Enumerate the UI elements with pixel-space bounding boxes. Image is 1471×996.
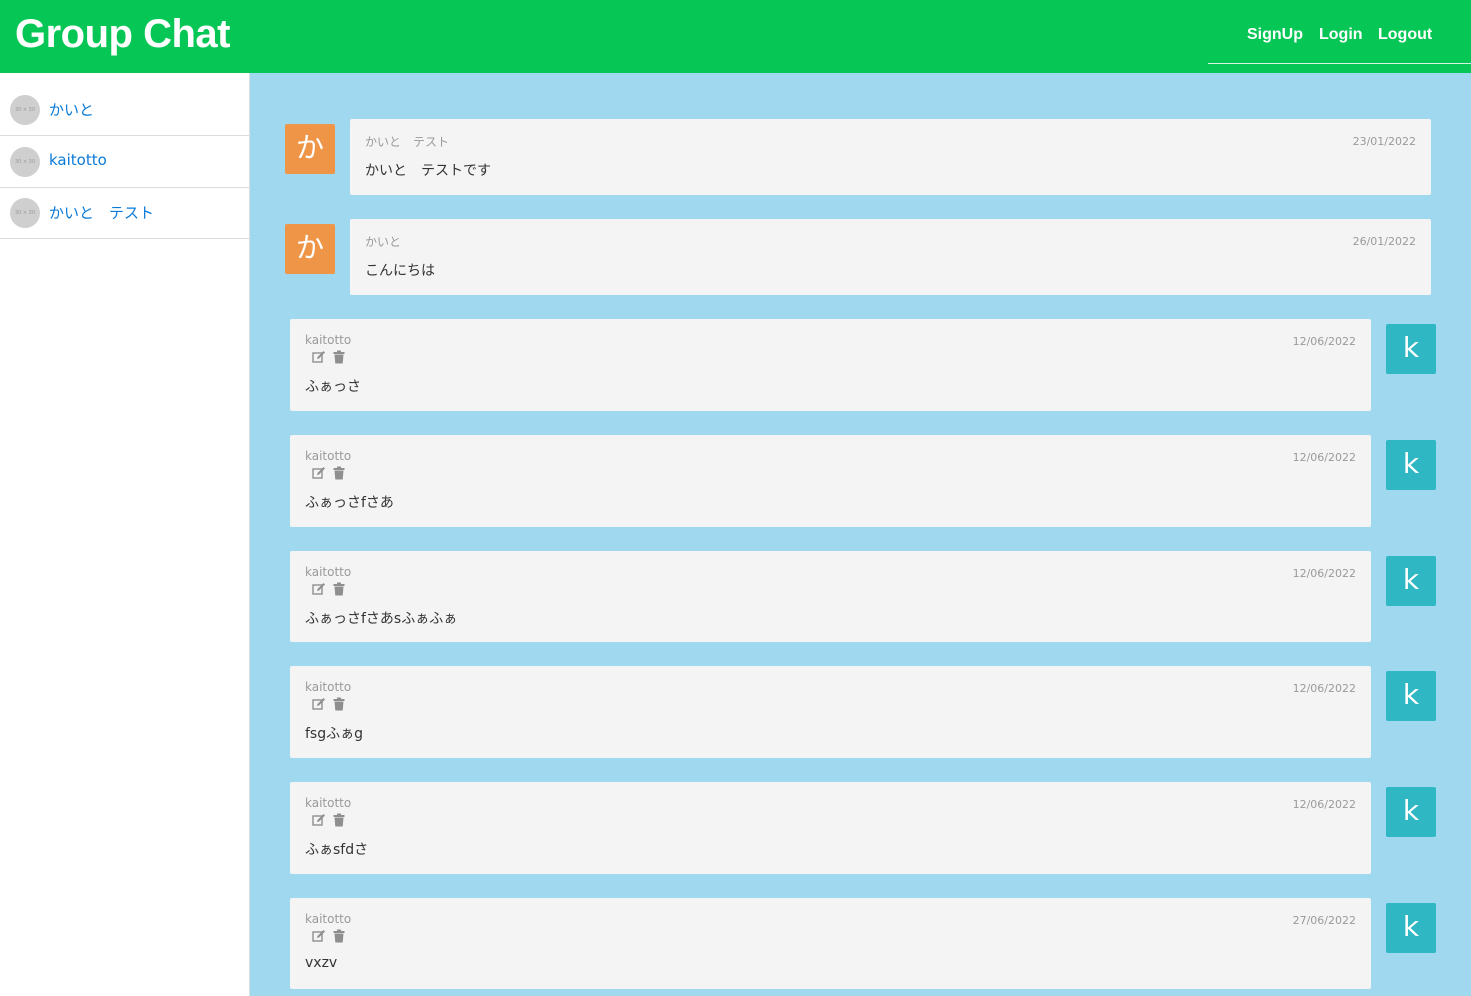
edit-icon[interactable] xyxy=(312,697,326,711)
message-actions xyxy=(312,350,352,364)
app-header: Group Chat SignUp Login Logout xyxy=(0,0,1471,73)
message-text: ふぁっさfさあsふぁふぁ xyxy=(305,611,458,627)
message-date: 27/06/2022 xyxy=(1292,914,1356,927)
sidebar-user-item[interactable]: 30 × 30 かいと テスト xyxy=(0,188,249,239)
sidebar-user-item[interactable]: 30 × 30 かいと xyxy=(0,85,249,136)
message-bubble: kaitotto 27/06/2022 vxzv xyxy=(290,898,1371,989)
message-date: 26/01/2022 xyxy=(1352,235,1416,248)
user-avatar: 30 × 30 xyxy=(10,147,40,177)
edit-icon[interactable] xyxy=(312,350,326,364)
message-date: 12/06/2022 xyxy=(1292,451,1356,464)
trash-icon[interactable] xyxy=(332,466,346,480)
message-actions xyxy=(312,697,352,711)
message-avatar: か xyxy=(285,224,335,274)
message-actions xyxy=(312,466,352,480)
message-bubble: kaitotto 12/06/2022 ふぁsfdさ xyxy=(290,782,1371,874)
message-actions xyxy=(312,813,352,827)
trash-icon[interactable] xyxy=(332,350,346,364)
message-bubble: kaitotto 12/06/2022 ふぁっさfさあsふぁふぁ xyxy=(290,551,1371,642)
message-actions xyxy=(312,582,352,596)
sidebar-user-name[interactable]: かいと xyxy=(49,99,94,120)
message-bubble: かいと 26/01/2022 こんにちは xyxy=(350,219,1431,295)
message-avatar: k xyxy=(1386,787,1436,837)
message-avatar: か xyxy=(285,124,335,174)
sidebar-user-item[interactable]: 30 × 30 kaitotto xyxy=(0,137,249,188)
message-date: 12/06/2022 xyxy=(1292,682,1356,695)
login-link[interactable]: Login xyxy=(1319,26,1363,44)
trash-icon[interactable] xyxy=(332,582,346,596)
message-date: 12/06/2022 xyxy=(1292,567,1356,580)
message-author: kaitotto xyxy=(305,565,352,579)
message-bubble: kaitotto 12/06/2022 fsgふぁg xyxy=(290,666,1371,758)
edit-icon[interactable] xyxy=(312,582,326,596)
user-avatar: 30 × 30 xyxy=(10,95,40,125)
message-text: ふぁsfdさ xyxy=(305,842,369,858)
message-text: ふぁっさ xyxy=(305,379,361,395)
edit-icon[interactable] xyxy=(312,813,326,827)
message-text: こんにちは xyxy=(365,263,435,279)
message-date: 23/01/2022 xyxy=(1352,135,1416,148)
logout-link[interactable]: Logout xyxy=(1378,26,1432,44)
app-title: Group Chat xyxy=(15,12,230,56)
message-date: 12/06/2022 xyxy=(1292,335,1356,348)
message-author: kaitotto xyxy=(305,449,352,463)
message-bubble: kaitotto 12/06/2022 ふぁっさfさあ xyxy=(290,435,1371,527)
message-bubble: kaitotto 12/06/2022 ふぁっさ xyxy=(290,319,1371,411)
message-bubble: かいと テスト 23/01/2022 かいと テストです xyxy=(350,119,1431,195)
message-actions xyxy=(312,929,352,943)
message-text: vxzv xyxy=(305,955,338,971)
message-author: kaitotto xyxy=(305,333,352,347)
message-avatar: k xyxy=(1386,440,1436,490)
message-text: fsgふぁg xyxy=(305,726,363,742)
sidebar-user-name[interactable]: kaitotto xyxy=(49,151,107,169)
message-author: かいと テスト xyxy=(365,135,450,149)
edit-icon[interactable] xyxy=(312,466,326,480)
top-nav: SignUp Login Logout xyxy=(1208,0,1471,64)
sidebar-user-name[interactable]: かいと テスト xyxy=(49,202,154,223)
trash-icon[interactable] xyxy=(332,813,346,827)
user-avatar: 30 × 30 xyxy=(10,198,40,228)
message-text: かいと テストです xyxy=(365,163,491,179)
message-date: 12/06/2022 xyxy=(1292,798,1356,811)
message-avatar: k xyxy=(1386,671,1436,721)
message-text: ふぁっさfさあ xyxy=(305,495,394,511)
message-avatar: k xyxy=(1386,556,1436,606)
message-author: kaitotto xyxy=(305,796,352,810)
message-avatar: k xyxy=(1386,903,1436,953)
edit-icon[interactable] xyxy=(312,929,326,943)
signup-link[interactable]: SignUp xyxy=(1247,26,1303,44)
message-avatar: k xyxy=(1386,324,1436,374)
message-author: kaitotto xyxy=(305,912,352,926)
message-author: kaitotto xyxy=(305,680,352,694)
message-author: かいと xyxy=(365,235,402,249)
trash-icon[interactable] xyxy=(332,697,346,711)
trash-icon[interactable] xyxy=(332,929,346,943)
user-sidebar: 30 × 30 かいと 30 × 30 kaitotto 30 × 30 かいと… xyxy=(0,73,250,996)
